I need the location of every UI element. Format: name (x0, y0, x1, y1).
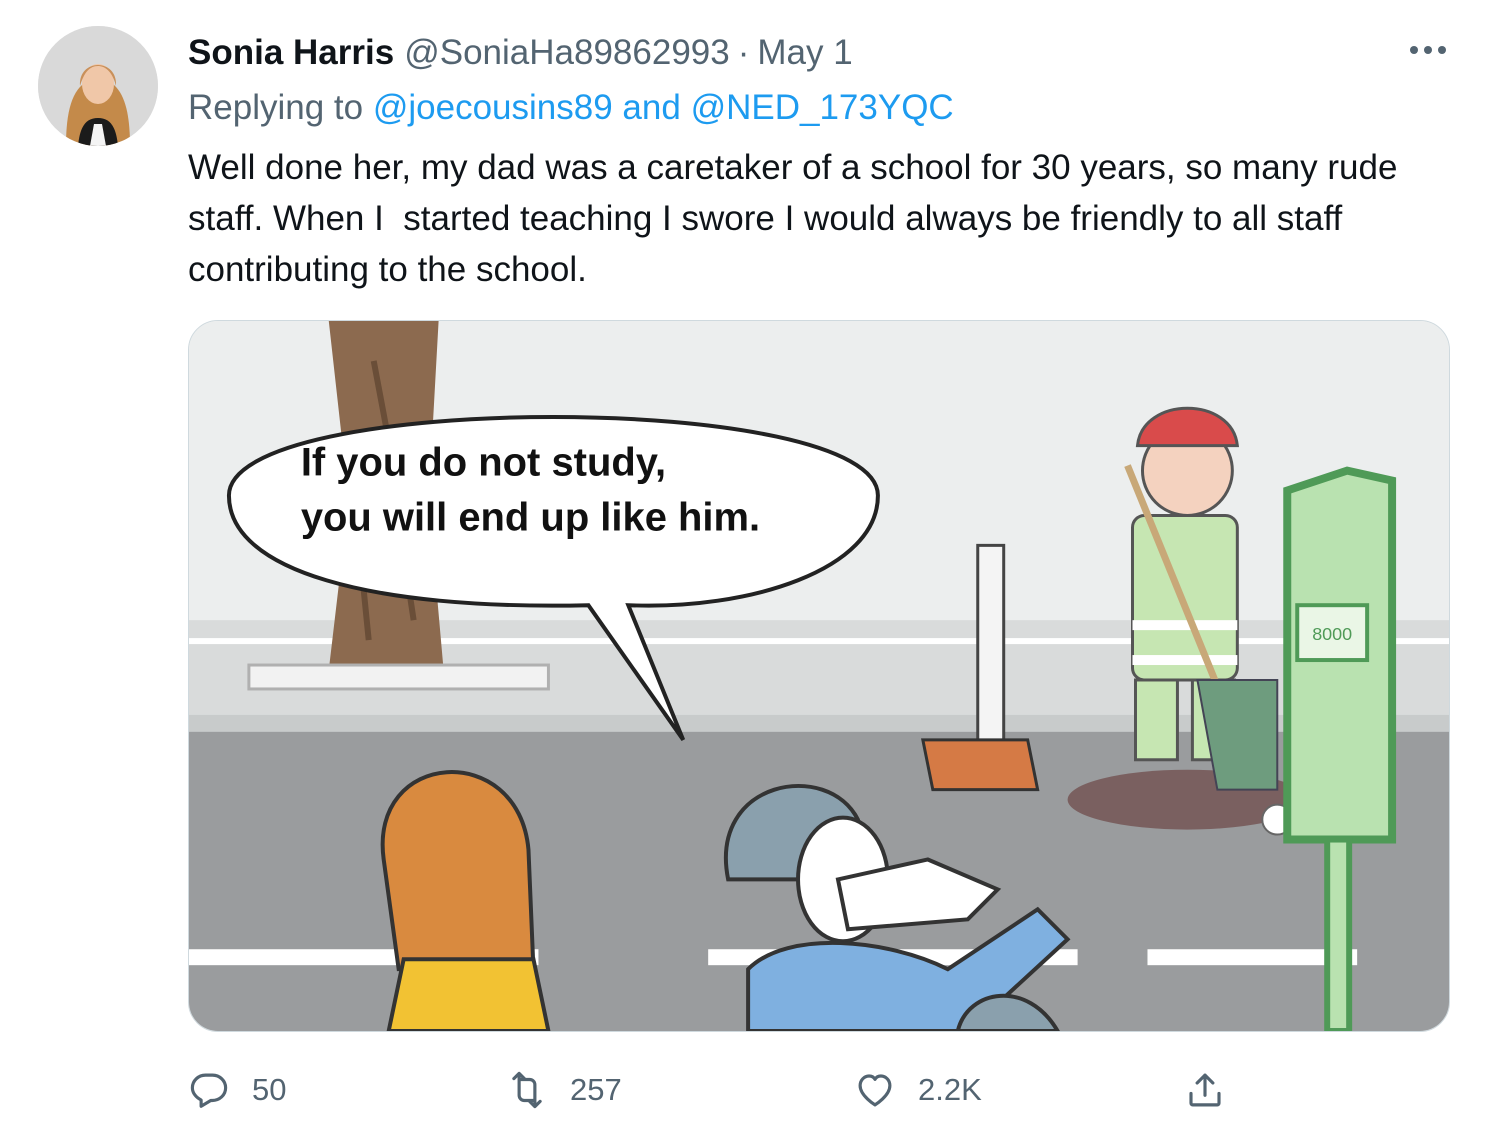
replying-to-label: Replying to (188, 88, 364, 127)
tweet-header: Sonia Harris @SoniaHa89862993 · May 1 (188, 30, 1448, 76)
tweet-text: Well done her, my dad was a caretaker of… (188, 148, 1408, 289)
more-options-button[interactable] (1408, 30, 1448, 70)
more-dots-icon (1410, 46, 1446, 54)
like-button[interactable]: 2.2K (854, 1062, 982, 1118)
mention-and[interactable]: and (622, 88, 680, 127)
avatar-image (38, 26, 158, 146)
retweet-button[interactable]: 257 (506, 1062, 622, 1118)
author-avatar[interactable] (38, 26, 158, 146)
tweet-media-image[interactable]: 8000 If you do not study, you will end u… (188, 320, 1450, 1032)
retweet-count: 257 (570, 1072, 622, 1107)
reply-count: 50 (252, 1072, 287, 1107)
author-handle[interactable]: @SoniaHa89862993 (404, 33, 730, 73)
tweet-actions: 50 257 2.2K (188, 1062, 1450, 1118)
cartoon-illustration: 8000 If you do not study, you will end u… (189, 321, 1449, 1031)
speech-line-1: If you do not study, (301, 441, 666, 485)
like-count: 2.2K (918, 1072, 982, 1107)
reply-bubble-icon (190, 1073, 228, 1108)
tweet-date[interactable]: May 1 (757, 33, 852, 73)
separator-dot: · (737, 33, 750, 72)
heart-icon (858, 1074, 892, 1107)
reply-button[interactable]: 50 (188, 1062, 286, 1118)
replying-to: Replying to @joecousins89 and @NED_173YQ… (188, 88, 954, 128)
author-name[interactable]: Sonia Harris (188, 33, 394, 73)
mention-link-joecousins89[interactable]: @joecousins89 (373, 88, 613, 127)
retweet-icon (512, 1071, 542, 1109)
speech-line-2: you will end up like him. (301, 495, 760, 539)
sign-number: 8000 (1312, 624, 1352, 644)
mention-link-ned[interactable]: @NED_173YQC (691, 88, 954, 127)
share-icon (1189, 1073, 1221, 1107)
share-button[interactable] (1184, 1062, 1226, 1118)
